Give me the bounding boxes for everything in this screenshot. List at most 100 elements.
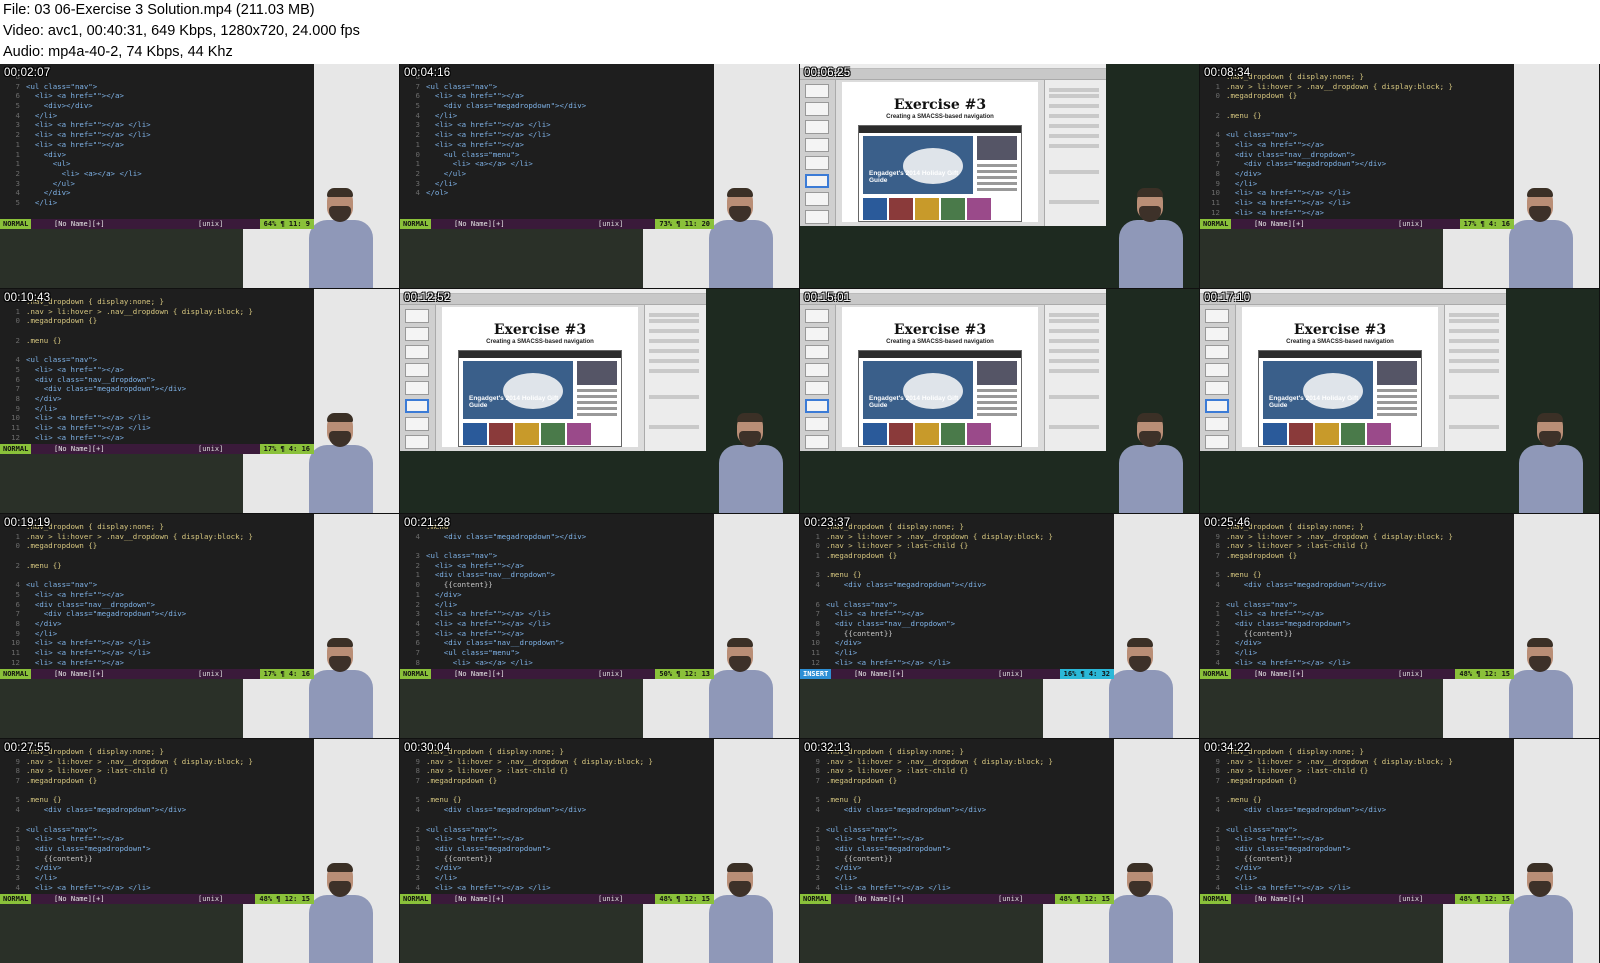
- code-line: 3 </li>: [406, 873, 714, 883]
- code-text: <div class="megadropdown"></div>: [26, 805, 187, 815]
- code-text: .nav > li:hover > :last-child {}: [26, 766, 169, 776]
- vim-mode-indicator: NORMAL: [400, 219, 432, 229]
- slide-thumbnail[interactable]: [1205, 417, 1229, 431]
- code-text: .menu {}: [26, 560, 62, 570]
- code-text: .menu {}: [1226, 795, 1262, 805]
- code-text: <ul class="nav">: [26, 580, 98, 590]
- code-line: 5 <li> <a href=""></a>: [1206, 140, 1514, 150]
- slide-thumbnail[interactable]: [805, 174, 829, 188]
- timestamp: 00:17:10: [1204, 292, 1251, 304]
- code-line: 5 <div class="megadropdown"></div>: [406, 101, 714, 111]
- site-nav-bar: [859, 351, 1021, 358]
- website-screenshot: Engadget's 2014 Holiday Gift Guide: [458, 350, 622, 447]
- slide-thumbnail[interactable]: [405, 363, 429, 377]
- code-line: 2 </div>: [1206, 863, 1514, 873]
- code-line: 8: [406, 72, 714, 82]
- code-line: 1 </div>: [406, 590, 714, 600]
- slide-thumbnail[interactable]: [805, 120, 829, 134]
- code-line: 0 <ul class="menu">: [406, 150, 714, 160]
- slide-thumbnail[interactable]: [405, 417, 429, 431]
- line-number: 7: [415, 81, 420, 91]
- sidebar-text: [577, 395, 617, 398]
- code-text: <div class="megadropdown"></div>: [1226, 580, 1387, 590]
- slide-thumbnail[interactable]: [805, 102, 829, 116]
- slide-thumbnail[interactable]: [805, 156, 829, 170]
- inspector-row: [1449, 425, 1499, 429]
- line-number: 1: [815, 834, 820, 844]
- line-number: 11: [811, 647, 820, 657]
- slide-thumbnail[interactable]: [1205, 399, 1229, 413]
- slide-thumbnail[interactable]: [1205, 309, 1229, 323]
- code-line: 3 </li>: [406, 179, 714, 189]
- slide-thumbnail[interactable]: [805, 435, 829, 449]
- slide-navigator: [800, 80, 836, 226]
- slide-thumbnail[interactable]: [805, 399, 829, 413]
- inspector-row: [1449, 319, 1499, 323]
- vim-status-bar: NORMAL [No Name][+] [unix] 73% ¶ 11: 20: [400, 219, 714, 229]
- slide-thumbnail[interactable]: [805, 417, 829, 431]
- code-text: <li> <a href=""></a> </li>: [426, 609, 551, 619]
- code-text: </div>: [26, 188, 71, 198]
- slide-title: Exercise #3: [493, 322, 587, 338]
- inspector-panel: [1044, 305, 1106, 451]
- slide-thumbnail[interactable]: [805, 309, 829, 323]
- line-number: 12: [11, 432, 20, 442]
- slide-thumbnail[interactable]: [805, 327, 829, 341]
- slide-thumbnail[interactable]: [1205, 363, 1229, 377]
- line-number: 4: [15, 805, 20, 815]
- line-number: 4: [415, 882, 420, 892]
- slide-thumbnail[interactable]: [1205, 381, 1229, 395]
- slide-thumbnail[interactable]: [405, 381, 429, 395]
- code-text: <li> <a href=""></a>: [26, 432, 124, 442]
- slide-canvas: Exercise #3 Creating a SMACSS-based navig…: [1242, 307, 1438, 447]
- slide-thumbnail[interactable]: [405, 327, 429, 341]
- code-text: {{content}}: [26, 853, 93, 863]
- code-text: </li>: [1226, 647, 1258, 657]
- slide-thumbnail[interactable]: [1205, 327, 1229, 341]
- code-text: .nav > li:hover > .nav__dropdown { displ…: [1226, 531, 1453, 541]
- line-number: 2: [415, 599, 420, 609]
- vim-status-bar: NORMAL [No Name][+] [unix] 17% ¶ 4: 16: [0, 669, 314, 679]
- slide-thumbnail[interactable]: [405, 345, 429, 359]
- slide-thumbnail[interactable]: [805, 345, 829, 359]
- code-text: .megadropdown {}: [826, 776, 898, 786]
- slide-thumbnail[interactable]: [405, 399, 429, 413]
- line-number: 5: [415, 628, 420, 638]
- slide-thumbnail[interactable]: [1205, 435, 1229, 449]
- slide-thumbnail[interactable]: [1205, 345, 1229, 359]
- timestamp: 00:04:16: [404, 67, 451, 79]
- code-text: <li> <a></a> </li>: [426, 657, 533, 667]
- code-line: 1 {{content}}: [6, 854, 314, 864]
- buffer-name: [No Name][+]: [54, 895, 105, 903]
- slide-thumbnail[interactable]: [805, 84, 829, 98]
- line-number: 8: [815, 766, 820, 776]
- line-number: 2: [815, 863, 820, 873]
- code-text: .nav > li:hover > :last-child {}: [826, 541, 969, 551]
- hero-image: Engadget's 2014 Holiday Gift Guide: [1263, 361, 1373, 419]
- file-format: [unix]: [598, 895, 624, 903]
- line-number: 5: [15, 589, 20, 599]
- code-line: 8 </div>: [1206, 169, 1514, 179]
- line-number: 3: [415, 551, 420, 561]
- code-line: .nav_dropdown { display:none; }: [806, 522, 1114, 532]
- slide-thumbnail[interactable]: [405, 309, 429, 323]
- line-number: 4: [1215, 805, 1220, 815]
- code-line: 2 <ul class="nav">: [1206, 600, 1514, 610]
- slide-thumbnail[interactable]: [805, 381, 829, 395]
- line-number: 1: [815, 853, 820, 863]
- line-number: 7: [1215, 551, 1220, 561]
- slide-thumbnail[interactable]: [805, 138, 829, 152]
- presenter: [305, 863, 375, 963]
- code-line: 2 </li>: [406, 600, 714, 610]
- slide-thumbnail[interactable]: [805, 210, 829, 224]
- slide-thumbnail[interactable]: [405, 435, 429, 449]
- line-number: 3: [415, 609, 420, 619]
- slide-thumbnail[interactable]: [805, 192, 829, 206]
- line-number: 3: [815, 872, 820, 882]
- slide-thumbnail[interactable]: [805, 363, 829, 377]
- code-line: 0 <div class="megadropdown">: [806, 844, 1114, 854]
- inspector-row: [1049, 395, 1099, 399]
- line-number: 2: [1215, 618, 1220, 628]
